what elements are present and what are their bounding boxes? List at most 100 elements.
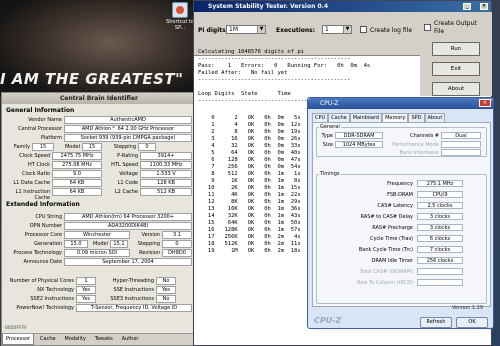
timing-label: Bank Cycle Time (Trc)	[358, 247, 413, 253]
tab-modality[interactable]: Modality	[62, 334, 89, 344]
loop-table: 0 2 OK 0h 0m 5s 1 4 OK 0h 0m 12s 2 8 OK …	[198, 115, 301, 255]
timing-value: 3 clocks	[417, 213, 463, 220]
loop-row: 17 256K OK 0h 2m 4s	[198, 234, 301, 240]
console-line: Pass: 1 Errors: 0 Running For: 0h 0m 4s	[198, 63, 371, 69]
timing-label: DRAM Idle Timer	[371, 258, 413, 264]
close-button[interactable]: ×	[480, 3, 488, 10]
tab-mainboard[interactable]: Mainboard	[349, 113, 383, 122]
tab-cache[interactable]: Cache	[37, 334, 59, 344]
loop-row: 13 16K OK 0h 1m 36s	[198, 206, 301, 212]
bank-interleave-value	[441, 149, 481, 156]
loop-row: 1 4 OK 0h 0m 12s	[198, 122, 301, 128]
perf-mode-label: Performance Mode	[392, 142, 439, 148]
family-value: 15	[32, 143, 54, 151]
refresh-button[interactable]: Refresh	[420, 317, 452, 328]
stepping-value: 0	[138, 143, 156, 151]
sse3-label: SSE3 Instructions	[110, 296, 154, 302]
tab-tweaks[interactable]: Tweaks	[92, 334, 116, 344]
timing-label: Frequency	[387, 181, 413, 187]
prating-value: 3914+	[140, 152, 192, 160]
create-output-checkbox[interactable]	[424, 24, 431, 31]
powernow-label: PowerNow! Technology	[16, 305, 74, 311]
timing-label: RAS# Precharge	[372, 225, 413, 231]
cpuz-brand: CPU-Z	[314, 316, 342, 325]
vendor-name-label: Vendor Name	[28, 117, 62, 123]
model-value: 15	[82, 143, 102, 151]
pi-digits-label: Pi digits:	[198, 27, 229, 34]
timing-value: 7 clocks	[417, 246, 463, 253]
channels-value: Dual	[441, 132, 481, 139]
ht-clock-label: HT Clock	[28, 162, 50, 168]
l1-data-label: L1 Data Cache	[13, 180, 50, 186]
loop-row: 18 512K OK 0h 2m 11s	[198, 241, 301, 247]
tab-about[interactable]: About	[424, 113, 446, 122]
tab-cache[interactable]: Cache	[328, 113, 350, 122]
cpuz-title: CPU-Z	[320, 100, 339, 107]
sse-value: Yes	[156, 286, 176, 294]
timing-value: 2.5 clocks	[417, 202, 463, 209]
clock-speed-label: Clock Speed	[19, 153, 50, 159]
loop-row: 14 32K OK 0h 1m 43s	[198, 213, 301, 219]
loop-row: 9 1K OK 0h 1m 8s	[198, 178, 301, 184]
desktop-shortcut[interactable]: Shortcut to SP...	[166, 2, 194, 44]
size-value: 1024 MBytes	[335, 141, 383, 148]
console-line: Failed After: No fail yet	[198, 70, 288, 76]
ht-label: Hyper-Threading	[112, 278, 154, 284]
type-value: DDR-SDRAM	[335, 132, 383, 139]
cbid-tab-bar: Processor Cache Modality Tweaks Author	[2, 333, 196, 345]
timing-value: CPU/9	[417, 191, 463, 198]
cpuz-window: CPU-Z × CPU Cache Mainboard Memory SPD About …	[307, 97, 494, 329]
cpu-string-label: CPU String	[35, 214, 62, 220]
nx-value: Yes	[76, 286, 96, 294]
loop-row: 5 64 OK 0h 0m 40s	[198, 150, 301, 156]
version-label: Version	[141, 232, 160, 238]
perf-mode-value	[441, 141, 481, 148]
memory-panel: General Type DDR-SDRAM Channels # Dual S…	[312, 122, 491, 307]
opn-label: OPN Number	[29, 223, 62, 229]
timing-label: CAS# Latency	[377, 203, 413, 209]
console-line: ----------------------------------------…	[198, 56, 351, 62]
nx-label: NX Technology	[37, 287, 74, 293]
announce-label: Announce Date	[23, 259, 62, 265]
l2-cache-label: L2 Cache	[114, 189, 138, 195]
tab-cpu[interactable]: CPU	[312, 113, 329, 122]
l1-instr-value: 64 KB	[52, 188, 102, 196]
timing-label: Cycle Time (Tras)	[369, 236, 413, 242]
sse-label: SSE Instructions	[113, 287, 154, 293]
l1-code-label: L1 Code	[117, 180, 138, 186]
executions-value: 1	[325, 26, 329, 33]
loop-row: 3 16 OK 0h 0m 26s	[198, 136, 301, 142]
console-line: Calculating 1048576 digits of pi	[198, 49, 304, 55]
ok-button[interactable]: OK	[456, 317, 488, 328]
timing-value	[417, 268, 463, 275]
cbid-title: Central Brain Identifier	[2, 93, 196, 104]
status-bar: 0050FFFF	[5, 326, 27, 331]
model-label: Model	[64, 144, 80, 150]
cpuz-title-bar: CPU-Z ×	[308, 98, 493, 109]
phys-cores-value: 1	[76, 277, 96, 285]
run-button[interactable]: Run	[432, 42, 480, 56]
bank-interleave-label: Bank Interleave	[399, 150, 439, 156]
loop-row: 12 8K OK 0h 1m 29s	[198, 199, 301, 205]
create-log-checkbox[interactable]	[360, 26, 367, 33]
exit-button[interactable]: Exit	[432, 62, 480, 76]
tab-spd[interactable]: SPD	[408, 113, 425, 122]
loop-row: 7 256 OK 0h 0m 54s	[198, 164, 301, 170]
tech-value: 0.09 micron SOI	[64, 249, 130, 257]
tab-memory[interactable]: Memory	[382, 113, 409, 122]
model2-value: 15.1	[110, 240, 128, 248]
platform-value: Socket 939 (939-pin CMPGA package)	[64, 134, 192, 142]
family-label: Family	[13, 144, 30, 150]
about-button[interactable]: About	[432, 82, 480, 96]
timing-value: 3 clocks	[417, 224, 463, 231]
loop-row: 19 1M OK 0h 2m 18s	[198, 248, 301, 254]
tab-author[interactable]: Author	[119, 334, 142, 344]
minimize-button[interactable]: _	[463, 3, 471, 10]
tab-processor[interactable]: Processor	[2, 334, 35, 345]
core-value: Winchester	[64, 231, 130, 239]
core-label: Processor Core	[24, 232, 62, 238]
close-button[interactable]: ×	[479, 99, 491, 107]
executions-select[interactable]: 1 ▼	[322, 25, 352, 34]
pi-digits-select[interactable]: 1M ▼	[226, 25, 266, 34]
sse2-value: Yes	[76, 295, 96, 303]
